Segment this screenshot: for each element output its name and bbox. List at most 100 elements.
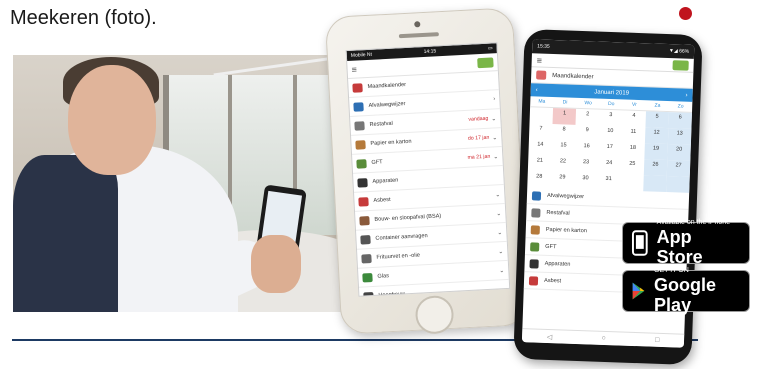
row-icon bbox=[356, 158, 367, 169]
calendar-day[interactable]: 5 bbox=[645, 111, 669, 129]
calendar-day[interactable] bbox=[666, 176, 690, 193]
home-button[interactable] bbox=[414, 294, 455, 335]
recents-icon[interactable]: □ bbox=[655, 337, 659, 344]
google-play-badge[interactable]: GET IT ON Google Play bbox=[622, 267, 750, 315]
row-icon bbox=[358, 196, 369, 207]
calendar-day[interactable]: 8 bbox=[552, 124, 576, 141]
row-label: Restafval bbox=[369, 120, 393, 128]
weekday-label: Di bbox=[562, 99, 568, 106]
chevron-down-icon: ⌄ bbox=[492, 134, 498, 142]
calendar-day[interactable]: 6 bbox=[668, 112, 692, 129]
row-label: Container aanvragen bbox=[375, 233, 428, 242]
row-label: Maandkalender bbox=[367, 81, 407, 90]
calendar-day[interactable]: 25 bbox=[620, 158, 644, 175]
calendar-day[interactable]: 14 bbox=[528, 139, 552, 156]
row-label: Frituurvet en -olie bbox=[376, 252, 421, 261]
calendar-day[interactable]: 1 bbox=[552, 108, 577, 125]
chevron-down-icon: ⌄ bbox=[495, 191, 501, 198]
google-play-icon bbox=[632, 282, 645, 300]
app-store-small-text: Available on the iPhone bbox=[656, 219, 731, 226]
chevron-down-icon: ⌄ bbox=[496, 210, 502, 217]
calendar-day[interactable]: 10 bbox=[598, 126, 622, 143]
back-icon[interactable]: ◁ bbox=[547, 332, 553, 340]
home-icon[interactable]: ○ bbox=[601, 335, 605, 342]
iphone-icon bbox=[631, 230, 648, 256]
row-icon bbox=[363, 291, 374, 297]
prev-month-button[interactable]: ‹ bbox=[536, 87, 538, 93]
photo-caption: Meekeren (foto). bbox=[10, 7, 157, 29]
chevron-down-icon: ⌄ bbox=[499, 267, 505, 274]
calendar-grid: 1 2 3 4 5 6 7 8 9 10 11 12 13 14 15 16 17 18 19 20 21 22 23 24 2… bbox=[527, 107, 692, 193]
hamburger-menu-icon[interactable]: ≡ bbox=[351, 64, 357, 74]
row-icon bbox=[531, 207, 541, 218]
next-month-button[interactable]: › bbox=[685, 92, 687, 98]
calendar-icon bbox=[536, 70, 547, 80]
calendar-day[interactable]: 9 bbox=[575, 125, 599, 142]
calendar-day[interactable]: 3 bbox=[599, 110, 623, 127]
calendar-day[interactable]: 18 bbox=[621, 142, 645, 159]
page: Meekeren (foto). Mobile Nt 14:15 ▭ ≡ Maa… bbox=[0, 0, 759, 369]
calendar-day[interactable]: 22 bbox=[551, 156, 575, 173]
row-label: Papier en karton bbox=[370, 138, 412, 147]
google-play-label: Google Play bbox=[654, 275, 717, 315]
calendar-day[interactable]: 30 bbox=[574, 173, 598, 190]
row-icon bbox=[362, 272, 373, 283]
calendar-day[interactable] bbox=[620, 174, 644, 191]
row-label: Afvalwegwijzer bbox=[368, 101, 406, 109]
app-logo-icon bbox=[672, 59, 689, 71]
calendar-day[interactable]: 12 bbox=[644, 127, 669, 145]
google-play-small-text: GET IT ON bbox=[654, 267, 689, 274]
calendar-day[interactable]: 17 bbox=[598, 142, 622, 159]
chevron-down-icon: ⌄ bbox=[500, 286, 506, 293]
weekday-label: Zo bbox=[677, 103, 684, 110]
row-icon bbox=[530, 224, 540, 235]
calendar-day[interactable] bbox=[530, 107, 554, 124]
row-label: Apparaten bbox=[544, 260, 571, 268]
chevron-down-icon: ⌄ bbox=[498, 248, 504, 255]
app-store-badge[interactable]: Available on the iPhone App Store bbox=[622, 219, 750, 267]
status-time: 15:35 bbox=[537, 43, 550, 50]
calendar-day[interactable]: 16 bbox=[575, 141, 599, 158]
chevron-down-icon: ⌄ bbox=[497, 229, 503, 236]
calendar-day[interactable] bbox=[642, 175, 667, 193]
red-dot-icon bbox=[679, 7, 692, 20]
chevron-down-icon: › bbox=[493, 96, 496, 103]
calendar-day[interactable]: 4 bbox=[622, 110, 646, 127]
weekday-label: Wo bbox=[584, 100, 592, 107]
calendar-day[interactable]: 31 bbox=[597, 174, 621, 191]
calendar-day[interactable]: 20 bbox=[667, 144, 691, 161]
calendar-day[interactable]: 11 bbox=[621, 126, 645, 143]
row-label: Bouw- en sloopafval (BSA) bbox=[374, 213, 442, 223]
iphone-menu-list: Maandkalender Afvalwegwijzer › Restafval van… bbox=[348, 71, 510, 297]
row-label: Glas bbox=[377, 273, 390, 280]
calendar-day[interactable]: 24 bbox=[597, 158, 621, 175]
calendar-day[interactable]: 15 bbox=[552, 140, 576, 157]
row-label: Asbest bbox=[373, 196, 391, 204]
calendar-day[interactable]: 7 bbox=[529, 123, 553, 140]
camera-icon bbox=[414, 21, 421, 28]
calendar-day[interactable]: 2 bbox=[576, 109, 600, 126]
calendar-day[interactable]: 29 bbox=[550, 172, 574, 189]
status-time: 14:15 bbox=[423, 48, 437, 56]
calendar-day[interactable]: 27 bbox=[666, 160, 691, 177]
row-label: Restafval bbox=[546, 209, 570, 217]
iphone-mockup: Mobile Nt 14:15 ▭ ≡ Maandkalender Afvalwe… bbox=[324, 7, 530, 335]
calendar-day[interactable]: 19 bbox=[644, 143, 668, 161]
row-date: ma 21 jan bbox=[467, 153, 491, 161]
app-logo-icon bbox=[477, 56, 494, 68]
calendar-day[interactable]: 23 bbox=[574, 157, 598, 174]
calendar-title: Maandkalender bbox=[552, 72, 594, 80]
row-icon bbox=[361, 253, 372, 264]
weekday-label: Za bbox=[654, 102, 661, 109]
carrier-label: Mobile Nt bbox=[350, 51, 373, 59]
calendar-day[interactable]: 21 bbox=[528, 155, 552, 172]
calendar-day[interactable]: 13 bbox=[667, 128, 692, 145]
row-icon bbox=[355, 139, 366, 150]
row-icon bbox=[529, 258, 539, 269]
hamburger-menu-icon[interactable]: ≡ bbox=[537, 55, 543, 65]
row-label: Afvalwegwijzer bbox=[546, 192, 585, 201]
calendar-day[interactable]: 28 bbox=[527, 171, 551, 188]
calendar-day[interactable]: 26 bbox=[643, 159, 668, 177]
iphone-screen: Mobile Nt 14:15 ▭ ≡ Maandkalender Afvalwe… bbox=[345, 42, 511, 297]
row-icon bbox=[528, 275, 539, 286]
